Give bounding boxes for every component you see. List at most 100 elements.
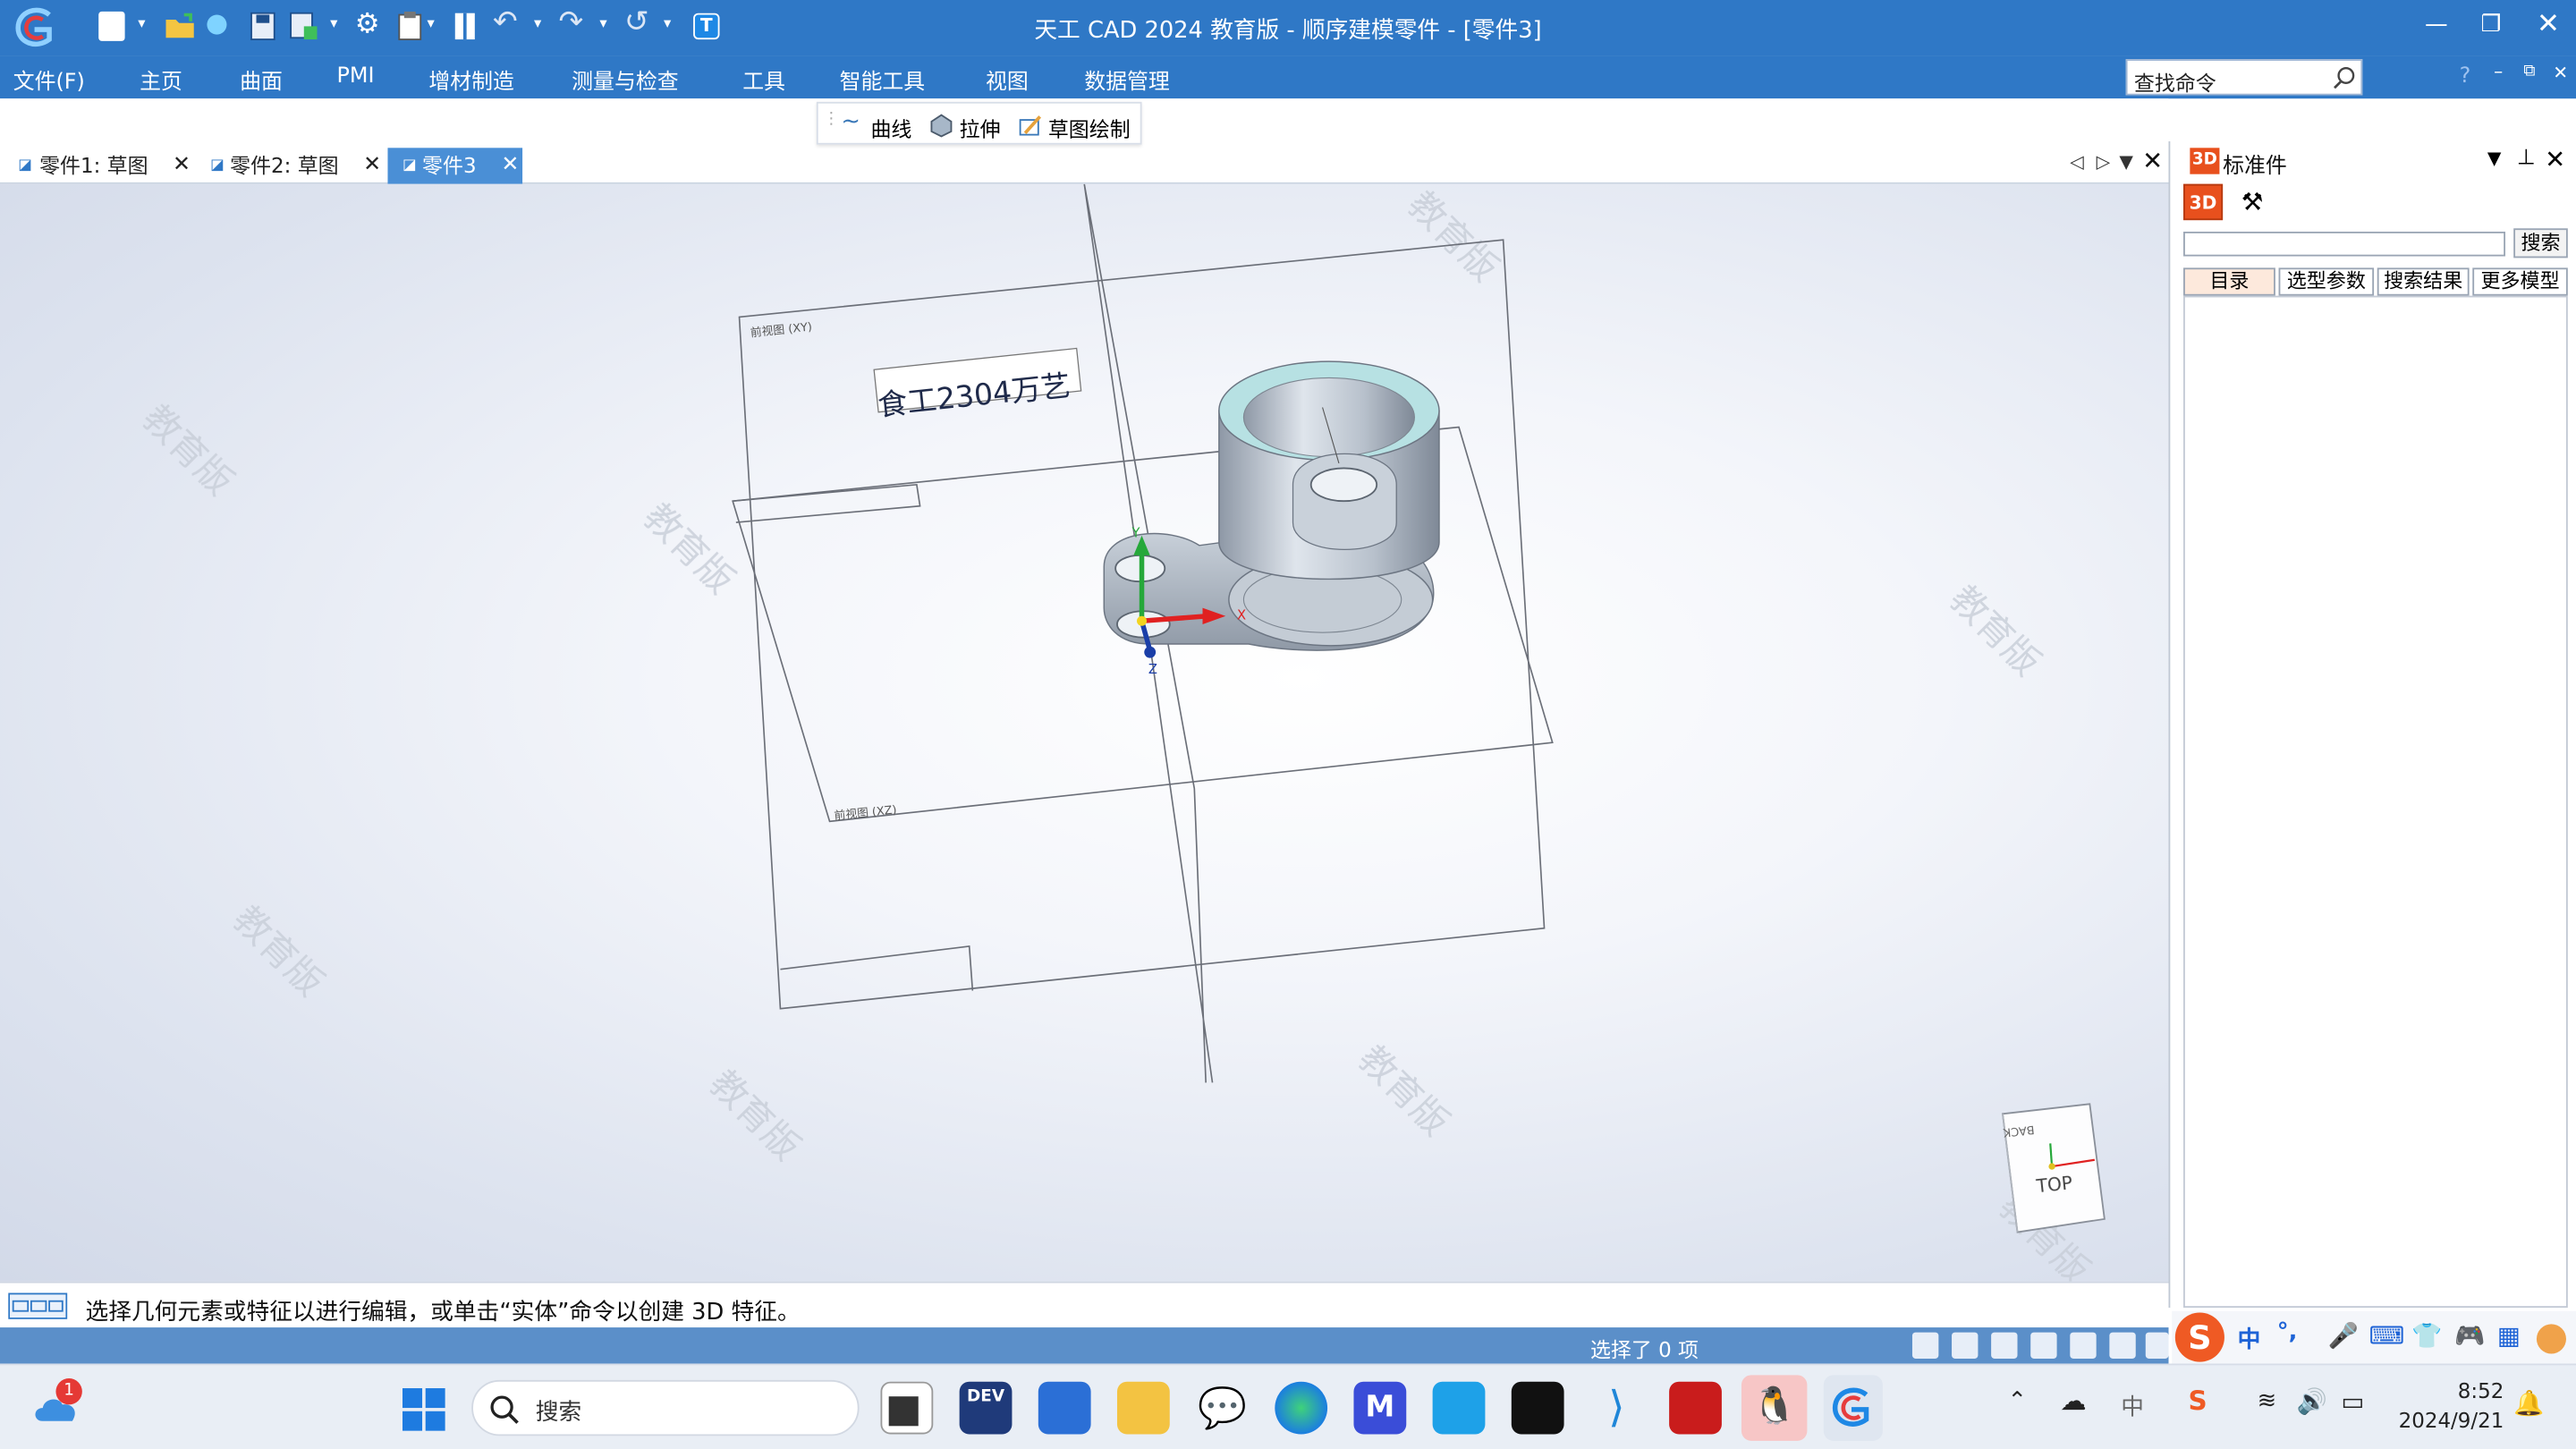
viewcube-top-label: TOP bbox=[2035, 1172, 2074, 1197]
menu-measure[interactable]: 测量与检查 bbox=[572, 64, 678, 96]
close-button[interactable]: ✕ bbox=[2537, 8, 2560, 41]
menu-file[interactable]: 文件(F) bbox=[13, 64, 85, 96]
panel-close-icon[interactable]: ✕ bbox=[2545, 145, 2565, 174]
search-icon[interactable] bbox=[2331, 65, 2356, 90]
close-tab-icon[interactable]: ✕ bbox=[363, 148, 381, 183]
axis-label-x: X bbox=[1237, 607, 1246, 623]
qq-icon[interactable]: 🐧 bbox=[1741, 1375, 1808, 1441]
zoom-icon[interactable] bbox=[1991, 1332, 2018, 1359]
view-icon[interactable] bbox=[2145, 1332, 2169, 1359]
pin-icon[interactable]: ⊥ bbox=[2517, 146, 2536, 171]
game-icon[interactable]: 🎮 bbox=[2454, 1321, 2485, 1351]
menu-data-mgmt[interactable]: 数据管理 bbox=[1084, 64, 1170, 96]
volume-icon[interactable]: 🔊 bbox=[2297, 1386, 2327, 1416]
menu-home[interactable]: 主页 bbox=[140, 64, 182, 96]
doc-minimize-button[interactable]: – bbox=[2494, 61, 2503, 82]
tab-part2[interactable]: ◪ 零件2: 草图 ✕ bbox=[197, 148, 384, 183]
sogou-tray-icon[interactable]: S bbox=[2189, 1385, 2207, 1416]
prompt-bar: 选择几何元素或特征以进行编辑，或单击“实体”命令以创建 3D 特征。 bbox=[0, 1281, 2169, 1328]
tiangong-cad-taskbar-icon[interactable] bbox=[1823, 1375, 1883, 1441]
3d-badge-icon: 3D bbox=[2190, 148, 2220, 174]
clock-date[interactable]: 2024/9/21 bbox=[2399, 1408, 2504, 1433]
apps-grid-icon[interactable]: ▦ bbox=[2497, 1321, 2521, 1351]
zoom-area-icon[interactable] bbox=[1952, 1332, 1979, 1359]
tab-scroll-left-icon[interactable]: ◁ bbox=[2070, 151, 2084, 173]
tab-selection-params[interactable]: 选型参数 bbox=[2278, 267, 2375, 296]
watermark: 教育版 bbox=[135, 396, 242, 504]
taskbar-search[interactable]: 搜索 bbox=[471, 1379, 860, 1436]
sketch-button[interactable]: 草图绘制 bbox=[1048, 112, 1131, 143]
menu-pmi[interactable]: PMI bbox=[337, 64, 375, 89]
axis-label-y: Y bbox=[1131, 526, 1140, 541]
fit-view-icon[interactable] bbox=[2030, 1332, 2057, 1359]
keyboard-icon[interactable]: ⌨ bbox=[2369, 1321, 2405, 1351]
prompt-bar-icon[interactable] bbox=[8, 1292, 68, 1319]
curve-icon: ∼ bbox=[841, 108, 860, 135]
graphics-viewport[interactable]: 教育版 教育版 教育版 教育版 教育版 教育版 教育版 教育版 前视图 (XY)… bbox=[0, 183, 2169, 1282]
close-tab-icon[interactable]: ✕ bbox=[501, 148, 519, 183]
close-all-tabs-icon[interactable]: ✕ bbox=[2142, 146, 2163, 175]
prompt-text: 选择几何元素或特征以进行编辑，或单击“实体”命令以创建 3D 特征。 bbox=[85, 1299, 801, 1326]
tab-search-results[interactable]: 搜索结果 bbox=[2377, 267, 2470, 296]
zoom-fit-icon[interactable] bbox=[1911, 1332, 1939, 1359]
mic-icon[interactable]: 🎤 bbox=[2328, 1321, 2359, 1351]
close-tab-icon[interactable]: ✕ bbox=[173, 148, 191, 183]
taskbar-search-label: 搜索 bbox=[535, 1399, 582, 1427]
avatar-icon[interactable] bbox=[2536, 1324, 2566, 1354]
minimize-button[interactable]: — bbox=[2425, 12, 2448, 38]
command-search-input[interactable]: 查找命令 bbox=[2134, 65, 2216, 97]
3d-library-tab[interactable]: 3D bbox=[2183, 183, 2224, 221]
rotate-icon[interactable] bbox=[2109, 1332, 2136, 1359]
parts-search-button[interactable]: 搜索 bbox=[2513, 228, 2568, 258]
mcafee-icon[interactable] bbox=[1669, 1381, 1722, 1435]
tab-more-models[interactable]: 更多模型 bbox=[2472, 267, 2568, 296]
devecostudio-icon[interactable]: DEV bbox=[959, 1381, 1013, 1435]
tab-part3[interactable]: ◪ 零件3 ✕ bbox=[387, 148, 523, 184]
restore-button[interactable]: ❐ bbox=[2480, 12, 2501, 38]
clock-time[interactable]: 8:52 bbox=[2458, 1378, 2504, 1403]
tab-part1[interactable]: ◪ 零件1: 草图 ✕ bbox=[6, 148, 193, 183]
terminal-icon[interactable] bbox=[1511, 1381, 1564, 1435]
parts-search-input[interactable] bbox=[2183, 231, 2506, 257]
panel-menu-icon[interactable]: ▼ bbox=[2487, 148, 2502, 169]
menu-smart-tools[interactable]: 智能工具 bbox=[840, 64, 926, 96]
notifications-bell-icon[interactable]: 🔔 bbox=[2513, 1388, 2544, 1418]
tab-catalog[interactable]: 目录 bbox=[2183, 267, 2275, 296]
catalog-tree[interactable] bbox=[2183, 295, 2568, 1309]
menu-surface[interactable]: 曲面 bbox=[240, 64, 283, 96]
onedrive-icon[interactable]: ☁ bbox=[2060, 1385, 2086, 1416]
command-search-box[interactable]: 查找命令 bbox=[2125, 59, 2363, 97]
tray-lang[interactable]: 中 bbox=[2121, 1390, 2144, 1423]
extrude-button[interactable]: 拉伸 bbox=[960, 112, 1001, 143]
notification-badge: 1 bbox=[55, 1378, 82, 1405]
menu-view[interactable]: 视图 bbox=[986, 64, 1029, 96]
hammer-icon[interactable]: ⚒ bbox=[2233, 184, 2272, 220]
doc-close-button[interactable]: ✕ bbox=[2553, 63, 2568, 84]
part-icon: ◪ bbox=[402, 157, 417, 174]
app-m-icon[interactable]: M bbox=[1353, 1381, 1407, 1435]
task-view-icon[interactable] bbox=[880, 1381, 934, 1435]
store-icon[interactable] bbox=[1038, 1381, 1091, 1435]
punct-icon[interactable]: °, bbox=[2277, 1319, 2298, 1345]
tray-overflow-icon[interactable]: ⌃ bbox=[2007, 1388, 2027, 1414]
menu-tools[interactable]: 工具 bbox=[742, 64, 785, 96]
skin-icon[interactable]: 👕 bbox=[2411, 1321, 2442, 1351]
sogou-logo-icon[interactable]: S bbox=[2174, 1312, 2224, 1362]
file-explorer-icon[interactable] bbox=[1116, 1381, 1170, 1435]
windows-start-icon[interactable] bbox=[402, 1388, 445, 1431]
plane-label-xz: 前视图 (XZ) bbox=[834, 802, 898, 823]
vscode-icon[interactable]: ⟩ bbox=[1590, 1382, 1643, 1435]
battery-icon[interactable]: ▭ bbox=[2341, 1386, 2364, 1416]
ime-lang[interactable]: 中 bbox=[2238, 1323, 2261, 1356]
help-icon[interactable]: ? bbox=[2460, 64, 2471, 89]
bilibili-icon[interactable] bbox=[1432, 1381, 1486, 1435]
wechat-icon[interactable]: 💬 bbox=[1196, 1382, 1249, 1435]
pan-icon[interactable] bbox=[2070, 1332, 2097, 1359]
curve-button[interactable]: 曲线 bbox=[870, 112, 911, 143]
doc-restore-button[interactable]: ⧉ bbox=[2523, 63, 2535, 80]
wifi-icon[interactable]: ≋ bbox=[2258, 1388, 2277, 1414]
tab-scroll-right-icon[interactable]: ▷ bbox=[2097, 151, 2111, 173]
menu-additive[interactable]: 增材制造 bbox=[428, 64, 514, 96]
tab-list-icon[interactable]: ▼ bbox=[2119, 151, 2133, 173]
edge-browser-icon[interactable] bbox=[1275, 1381, 1328, 1435]
